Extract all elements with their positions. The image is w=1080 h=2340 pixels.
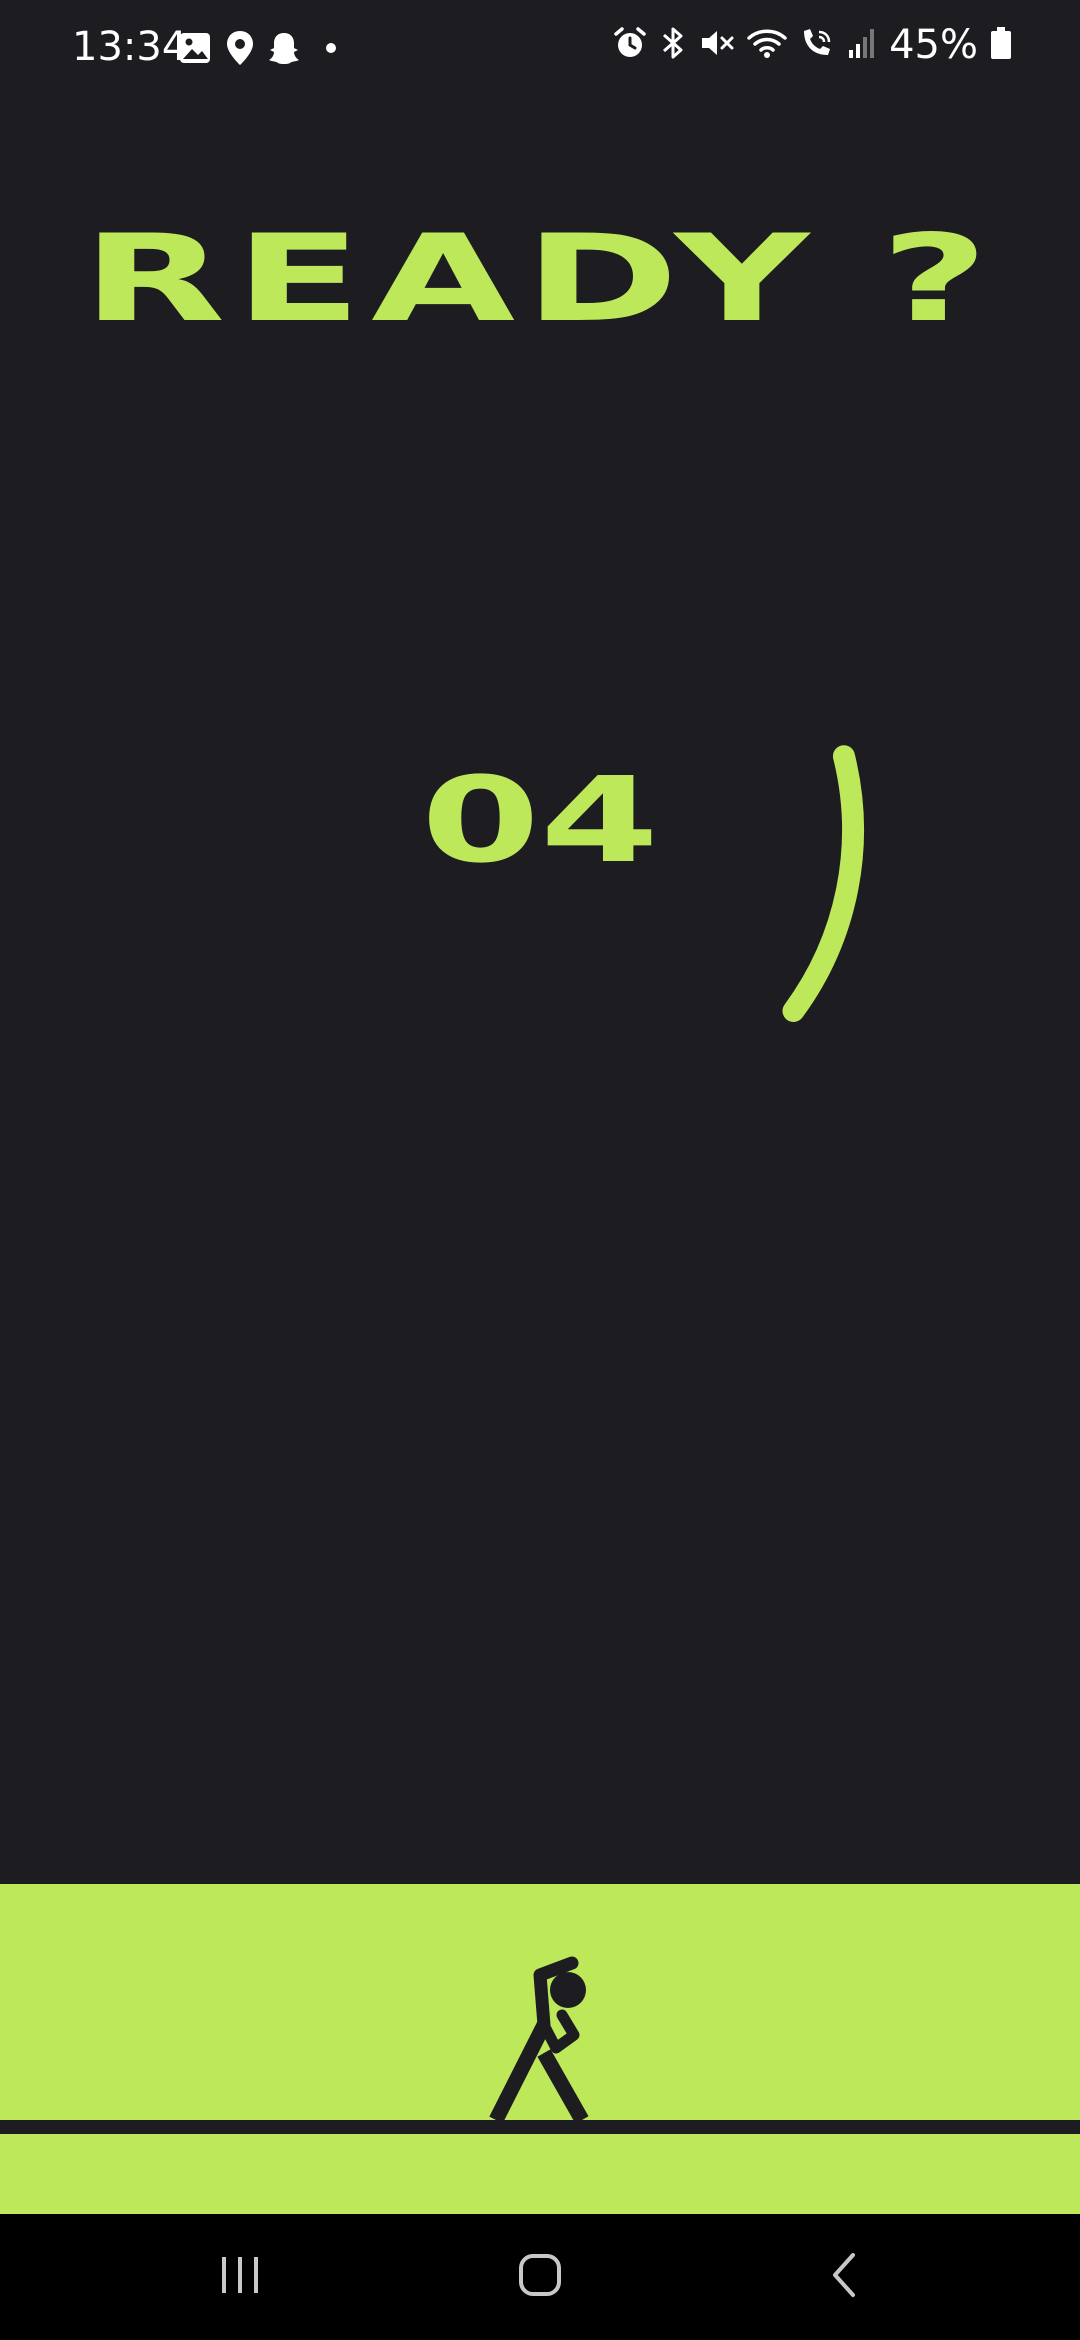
alarm-icon	[613, 26, 647, 64]
recent-apps-icon	[218, 2255, 262, 2299]
status-bar: 13:34 45%	[0, 0, 1080, 100]
countdown-number: 04	[420, 751, 660, 889]
wifi-calling-icon	[799, 26, 835, 64]
gallery-icon	[178, 31, 212, 69]
battery-icon	[990, 26, 1012, 64]
dot-icon	[314, 31, 348, 69]
home-icon	[518, 2253, 562, 2301]
location-icon	[226, 30, 254, 70]
mute-icon	[699, 26, 735, 64]
back-button[interactable]	[804, 2244, 884, 2310]
title-word: READY	[82, 210, 819, 349]
bluetooth-icon	[659, 26, 687, 64]
home-button[interactable]	[500, 2244, 580, 2310]
signal-icon	[847, 26, 877, 64]
stretching-person-icon	[470, 1945, 610, 2134]
system-status-icons: 45%	[613, 22, 1012, 68]
status-time: 13:34	[72, 24, 188, 70]
notification-icons	[178, 30, 348, 70]
back-icon	[829, 2251, 859, 2303]
navigation-bar	[0, 2214, 1080, 2340]
workout-ready-screen: 13:34 45% READY ? 04	[0, 0, 1080, 2340]
title-mark: ?	[880, 210, 998, 349]
recent-apps-button[interactable]	[200, 2244, 280, 2310]
battery-percent: 45%	[889, 22, 978, 68]
ready-title: READY?	[0, 200, 1080, 360]
wifi-icon	[747, 26, 787, 64]
snapchat-ghost-icon	[268, 31, 300, 69]
